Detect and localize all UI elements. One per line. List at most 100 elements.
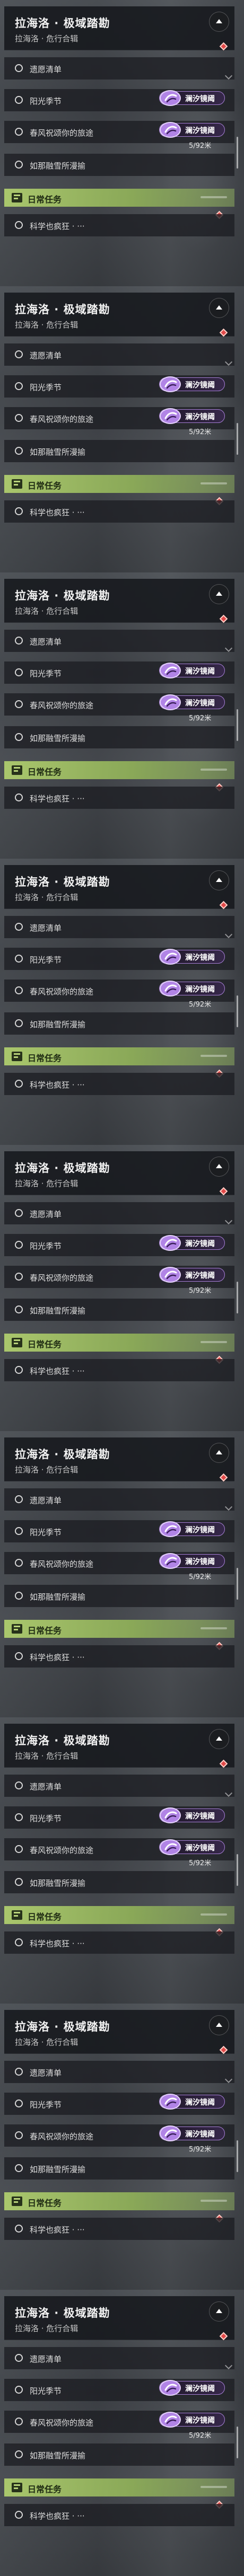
distance-readout: 5/92米 xyxy=(189,1859,212,1867)
location-tag[interactable]: 澜汐镜阈 xyxy=(159,2125,225,2141)
quest-header[interactable]: 拉海洛 · 极域踏勘 拉海洛 · 危行合辑 xyxy=(4,1724,234,1768)
daily-task-bar[interactable]: 日常任务 xyxy=(4,1334,234,1352)
location-tag[interactable]: 澜汐镜阈 xyxy=(159,1521,225,1537)
daily-progress-hint xyxy=(201,482,227,484)
tide-swirl-icon xyxy=(160,90,181,106)
location-tag[interactable]: 澜汐镜阈 xyxy=(159,949,225,965)
location-tag[interactable]: 澜汐镜阈 xyxy=(159,1839,225,1855)
quest-header[interactable]: 拉海洛 · 极域踏勘 拉海洛 · 危行合辑 xyxy=(4,6,234,51)
quest-item[interactable]: 遗愿清单 xyxy=(4,1202,234,1224)
location-tag[interactable]: 澜汐镜阈 xyxy=(159,2412,225,2428)
daily-task-label: 日常任务 xyxy=(28,767,62,777)
distance-readout: 5/92米 xyxy=(189,142,212,150)
daily-task-item[interactable]: 科学也疯狂 · ··· xyxy=(4,1073,234,1095)
daily-task-item[interactable]: 科学也疯狂 · ··· xyxy=(4,2504,234,2526)
location-tag[interactable]: 澜汐镜阈 xyxy=(159,663,225,678)
collapse-button[interactable] xyxy=(209,584,229,604)
collapse-button[interactable] xyxy=(209,2301,229,2322)
quest-item[interactable]: 遗愿清单 xyxy=(4,2347,234,2369)
quest-item[interactable]: 如那融雪所漫揄 xyxy=(4,1585,234,1607)
quest-item[interactable]: 如那融雪所漫揄 xyxy=(4,154,234,176)
quest-header[interactable]: 拉海洛 · 极域踏勘 拉海洛 · 危行合辑 xyxy=(4,1437,234,1482)
quest-item[interactable]: 遗愿清单 xyxy=(4,1488,234,1511)
collapse-button[interactable] xyxy=(209,870,229,890)
quest-item[interactable]: 如那融雪所漫揄 xyxy=(4,726,234,748)
daily-task-bar[interactable]: 日常任务 xyxy=(4,1906,234,1924)
location-tag[interactable]: 澜汐镜阈 xyxy=(159,2094,225,2110)
daily-task-item[interactable]: 科学也疯狂 · ··· xyxy=(4,1931,234,1954)
location-tag[interactable]: 澜汐镜阈 xyxy=(159,1267,225,1283)
red-diamond-icon xyxy=(219,2332,228,2341)
collapse-button[interactable] xyxy=(209,1729,229,1749)
location-tag[interactable]: 澜汐镜阈 xyxy=(159,1235,225,1251)
chevron-up-icon xyxy=(216,19,222,23)
quest-item-label: 春风祝颂你的旅途 xyxy=(30,1559,94,1569)
location-tag[interactable]: 澜汐镜阈 xyxy=(159,90,225,106)
circle-icon xyxy=(15,2386,23,2394)
distance-readout: 5/92米 xyxy=(189,2146,212,2154)
quest-header[interactable]: 拉海洛 · 极域踏勘 拉海洛 · 危行合辑 xyxy=(4,2296,234,2341)
quest-item[interactable]: 如那融雪所漫揄 xyxy=(4,1871,234,1893)
daily-task-item[interactable]: 科学也疯狂 · ··· xyxy=(4,2218,234,2240)
quest-item[interactable]: 遗愿清单 xyxy=(4,343,234,366)
location-tag[interactable]: 澜汐镜阈 xyxy=(159,376,225,392)
quest-item[interactable]: 如那融雪所漫揄 xyxy=(4,1012,234,1035)
daily-task-bar[interactable]: 日常任务 xyxy=(4,2478,234,2496)
quest-item[interactable]: 遗愿清单 xyxy=(4,630,234,652)
collapse-button[interactable] xyxy=(209,2015,229,2035)
red-diamond-icon xyxy=(219,42,228,51)
quest-item[interactable]: 如那融雪所漫揄 xyxy=(4,1299,234,1321)
daily-task-item[interactable]: 科学也疯狂 · ··· xyxy=(4,787,234,809)
quest-header[interactable]: 拉海洛 · 极域踏勘 拉海洛 · 危行合辑 xyxy=(4,293,234,337)
quest-header[interactable]: 拉海洛 · 极域踏勘 拉海洛 · 危行合辑 xyxy=(4,579,234,623)
location-tag[interactable]: 澜汐镜阈 xyxy=(159,122,225,138)
collapse-button[interactable] xyxy=(209,298,229,318)
location-tag[interactable]: 澜汐镜阈 xyxy=(159,408,225,424)
location-tag[interactable]: 澜汐镜阈 xyxy=(159,1553,225,1569)
daily-task-item[interactable]: 科学也疯狂 · ··· xyxy=(4,214,234,236)
daily-task-item[interactable]: 科学也疯狂 · ··· xyxy=(4,1359,234,1381)
task-book-icon xyxy=(12,1338,22,1347)
circle-icon xyxy=(15,1592,23,1600)
quest-header[interactable]: 拉海洛 · 极域踏勘 拉海洛 · 危行合辑 xyxy=(4,865,234,910)
location-tag[interactable]: 澜汐镜阈 xyxy=(159,2380,225,2396)
collapse-button[interactable] xyxy=(209,1443,229,1463)
circle-icon xyxy=(15,128,23,136)
daily-task-bar[interactable]: 日常任务 xyxy=(4,2192,234,2210)
location-tag[interactable]: 澜汐镜阈 xyxy=(159,694,225,710)
location-tag[interactable]: 澜汐镜阈 xyxy=(159,981,225,996)
quest-item[interactable]: 遗愿清单 xyxy=(4,1775,234,1797)
daily-task-bar[interactable]: 日常任务 xyxy=(4,1047,234,1065)
collapse-button[interactable] xyxy=(209,12,229,32)
daily-task-bar[interactable]: 日常任务 xyxy=(4,1620,234,1638)
quest-header[interactable]: 拉海洛 · 极域踏勘 拉海洛 · 危行合辑 xyxy=(4,1151,234,1196)
quest-item[interactable]: 如那融雪所漫揄 xyxy=(4,440,234,462)
distance-readout: 5/92米 xyxy=(189,1001,212,1009)
daily-task-bar[interactable]: 日常任务 xyxy=(4,189,234,207)
task-book-icon xyxy=(12,1052,22,1061)
daily-task-item[interactable]: 科学也疯狂 · ··· xyxy=(4,500,234,523)
quest-item-label: 春风祝颂你的旅途 xyxy=(30,2132,94,2141)
scroll-indicator xyxy=(237,1568,238,1600)
daily-task-item[interactable]: 科学也疯狂 · ··· xyxy=(4,1645,234,1668)
daily-task-bar[interactable]: 日常任务 xyxy=(4,475,234,493)
circle-icon xyxy=(15,1019,23,1027)
quest-header[interactable]: 拉海洛 · 极域踏勘 拉海洛 · 危行合辑 xyxy=(4,2010,234,2054)
quest-item[interactable]: 遗愿清单 xyxy=(4,57,234,80)
circle-icon xyxy=(15,2450,23,2458)
red-diamond-icon xyxy=(219,901,228,910)
quest-item[interactable]: 遗愿清单 xyxy=(4,2061,234,2083)
location-tag-label: 澜汐镜阈 xyxy=(185,95,215,103)
quest-item[interactable]: 遗愿清单 xyxy=(4,916,234,938)
quest-item[interactable]: 如那融雪所漫揄 xyxy=(4,2443,234,2466)
quest-item-label: 如那融雪所漫揄 xyxy=(30,1878,86,1888)
location-tag[interactable]: 澜汐镜阈 xyxy=(159,1807,225,1823)
daily-task-bar[interactable]: 日常任务 xyxy=(4,761,234,779)
quest-subtitle: 拉海洛 · 危行合辑 xyxy=(15,34,79,43)
quest-tracker-panel: 拉海洛 · 极域踏勘 拉海洛 · 危行合辑 遗愿清单 阳光季节 春风祝颂你的旅途… xyxy=(0,286,244,572)
tide-swirl-icon xyxy=(160,122,181,138)
location-tag-label: 澜汐镜阈 xyxy=(185,2416,215,2425)
quest-item[interactable]: 如那融雪所漫揄 xyxy=(4,2157,234,2180)
collapse-button[interactable] xyxy=(209,1157,229,1177)
circle-icon xyxy=(15,1080,23,1088)
